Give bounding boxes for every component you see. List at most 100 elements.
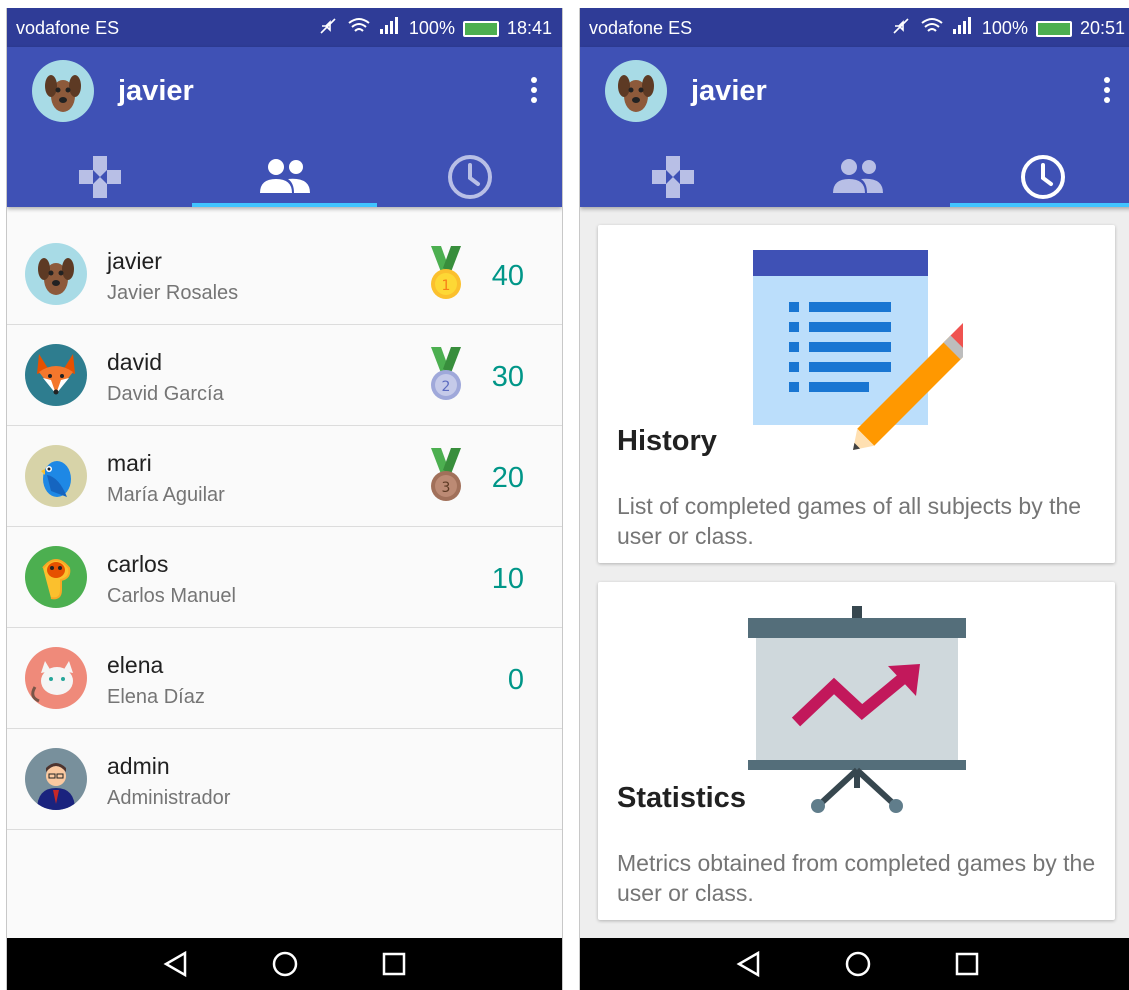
score: 30: [491, 361, 524, 393]
avatar: [25, 445, 87, 507]
username: admin: [107, 753, 170, 779]
user-avatar[interactable]: [32, 60, 94, 122]
carrier-label: vodafone ES: [589, 18, 693, 38]
battery-icon: [462, 20, 499, 37]
overflow-menu-icon[interactable]: [524, 75, 544, 109]
card-title: History: [617, 425, 717, 457]
bronze-medal-icon: 3: [431, 448, 461, 501]
full-name: Elena Díaz: [107, 686, 205, 708]
silver-medal-icon: 2: [431, 347, 461, 400]
tab-friends[interactable]: [765, 147, 950, 207]
document-edit-icon: [753, 250, 963, 450]
mute-icon: [892, 17, 912, 40]
list-item[interactable]: mari María Aguilar 3 20: [7, 426, 562, 527]
user-avatar[interactable]: [605, 60, 667, 122]
recents-icon[interactable]: [381, 951, 407, 977]
medal-rank: 1: [442, 278, 451, 294]
gold-medal-icon: 1: [431, 246, 461, 299]
signal-icon: [952, 17, 974, 40]
score: 20: [491, 462, 524, 494]
carrier-label: vodafone ES: [16, 18, 120, 38]
username: javier: [107, 248, 162, 274]
recents-icon[interactable]: [954, 951, 980, 977]
home-icon[interactable]: [271, 950, 299, 978]
score: 40: [491, 260, 524, 292]
tab-history[interactable]: [377, 147, 562, 207]
tab-history[interactable]: [950, 147, 1129, 207]
snake-icon: [42, 559, 71, 600]
bird-icon: [41, 461, 71, 497]
medal-rank: 3: [442, 480, 451, 496]
list-item[interactable]: admin Administrador: [7, 729, 562, 830]
list-item[interactable]: elena Elena Díaz 0: [7, 628, 562, 729]
tab-bar: [7, 147, 562, 207]
avatar: [25, 546, 87, 608]
statistics-card[interactable]: Statistics Metrics obtained from complet…: [598, 582, 1115, 920]
system-nav-bar: [7, 938, 562, 990]
username: mari: [107, 450, 152, 476]
dog-icon: [618, 75, 654, 112]
status-bar: vodafone ES 100% 18:41: [7, 8, 562, 47]
dog-icon: [38, 258, 74, 295]
tab-games[interactable]: [7, 147, 192, 207]
full-name: Carlos Manuel: [107, 585, 236, 607]
card-title: Statistics: [617, 782, 746, 814]
full-name: David García: [107, 383, 224, 405]
phone-screen-history: vodafone ES 100% 20:51 javier History Li…: [579, 8, 1129, 990]
avatar: [25, 748, 87, 810]
battery-percent: 100%: [981, 18, 1028, 38]
people-icon: [832, 159, 883, 193]
tab-games[interactable]: [580, 147, 765, 207]
history-card[interactable]: History List of completed games of all s…: [598, 225, 1115, 563]
card-description: Metrics obtained from completed games by…: [617, 850, 1096, 906]
medal-rank: 2: [442, 379, 451, 395]
avatar: [25, 647, 87, 709]
full-name: Administrador: [107, 787, 231, 809]
full-name: Javier Rosales: [107, 282, 239, 304]
avatar: [25, 243, 87, 305]
score: 0: [507, 664, 524, 696]
tab-bar: [580, 147, 1129, 207]
battery-icon: [1035, 20, 1072, 37]
mute-icon: [319, 17, 339, 40]
status-bar: vodafone ES 100% 20:51: [580, 8, 1129, 47]
header-username: javier: [691, 75, 767, 107]
wifi-icon: [920, 17, 944, 40]
wifi-icon: [347, 17, 371, 40]
app-bar: javier: [580, 47, 1129, 207]
username: carlos: [107, 551, 169, 577]
clock-icon: [447, 155, 492, 199]
user-list: javier Javier Rosales 1 40 david David G…: [7, 224, 562, 830]
people-icon: [259, 159, 310, 193]
clock-time: 20:51: [1079, 18, 1125, 38]
card-description: List of completed games of all subjects …: [617, 493, 1082, 549]
avatar: [25, 344, 87, 406]
cat-icon: [31, 661, 73, 703]
full-name: María Aguilar: [107, 484, 225, 506]
header-username: javier: [118, 75, 194, 107]
list-item[interactable]: david David García 2 30: [7, 325, 562, 426]
clock-time: 18:41: [506, 18, 552, 38]
admin-avatar-icon: [37, 763, 75, 810]
signal-icon: [379, 17, 401, 40]
gamepad-icon: [651, 156, 694, 198]
gamepad-icon: [78, 156, 121, 198]
username: david: [107, 349, 162, 375]
list-item[interactable]: carlos Carlos Manuel 10: [7, 527, 562, 628]
username: elena: [107, 652, 164, 678]
system-nav-bar: [580, 938, 1129, 990]
overflow-menu-icon[interactable]: [1097, 75, 1117, 109]
home-icon[interactable]: [844, 950, 872, 978]
back-icon[interactable]: [736, 950, 762, 978]
list-item[interactable]: javier Javier Rosales 1 40: [7, 224, 562, 325]
app-bar: javier: [7, 47, 562, 207]
battery-percent: 100%: [408, 18, 455, 38]
score: 10: [491, 563, 524, 595]
dog-icon: [45, 75, 81, 112]
clock-icon: [1020, 155, 1065, 199]
phone-screen-friends: vodafone ES 100% 18:41 javier javier Jav…: [6, 8, 563, 990]
back-icon[interactable]: [163, 950, 189, 978]
tab-friends[interactable]: [192, 147, 377, 207]
fox-icon: [37, 354, 75, 395]
presentation-chart-icon: [748, 606, 966, 813]
